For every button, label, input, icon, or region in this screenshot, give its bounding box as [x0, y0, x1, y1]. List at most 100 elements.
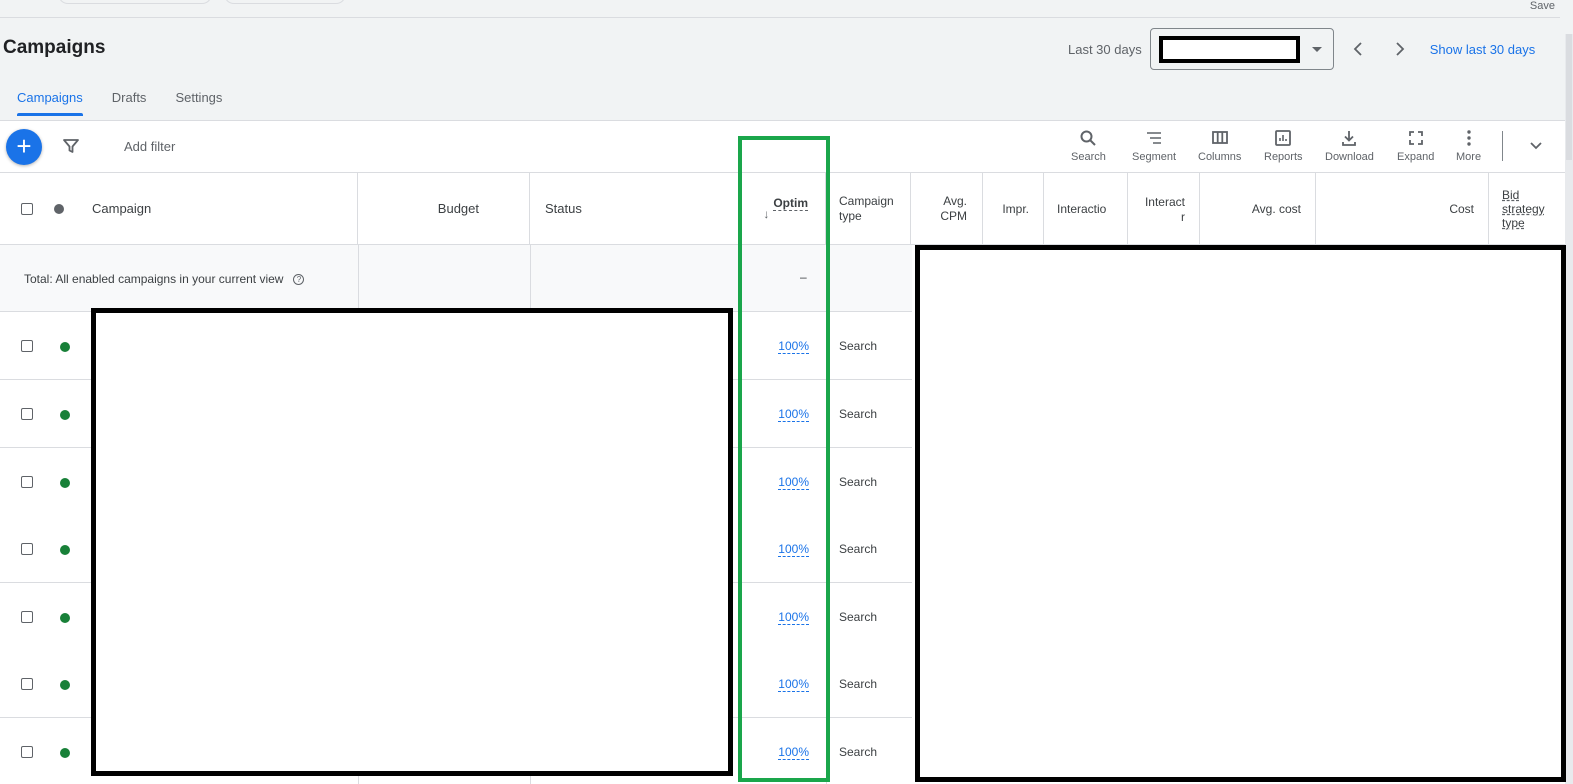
column-header-optimization-label: Optim: [773, 196, 808, 211]
next-period-button[interactable]: [1388, 37, 1412, 61]
scrollbar-thumb[interactable]: [1566, 34, 1572, 160]
enabled-status-dot-icon[interactable]: [60, 748, 70, 758]
column-header-budget[interactable]: Budget: [358, 173, 530, 245]
add-campaign-button[interactable]: +: [6, 129, 42, 165]
column-header-cost-label: Cost: [1449, 201, 1474, 216]
help-icon[interactable]: ?: [293, 274, 305, 285]
enabled-status-dot-icon[interactable]: [60, 545, 70, 555]
plus-icon: +: [16, 131, 32, 161]
redacted-campaign-names: [91, 308, 733, 776]
page-scrollbar[interactable]: [1565, 34, 1573, 784]
search-icon: [1080, 130, 1097, 146]
select-all-checkbox[interactable]: [21, 202, 33, 215]
previous-period-button[interactable]: [1346, 37, 1370, 61]
row-checkbox[interactable]: [21, 408, 33, 420]
toolbar-more-label: More: [1456, 151, 1482, 163]
download-icon: [1342, 131, 1357, 146]
filter-pill[interactable]: [224, 0, 346, 4]
column-divider: [530, 245, 531, 312]
toolbar-download-button[interactable]: Download: [1325, 129, 1374, 163]
chevron-down-icon[interactable]: [1528, 138, 1544, 154]
column-header-impressions[interactable]: Impr.: [983, 173, 1044, 245]
column-header-bid-strategy-label: Bid strategy type: [1502, 187, 1545, 230]
enabled-status-dot-icon[interactable]: [60, 680, 70, 690]
row-checkbox[interactable]: [21, 543, 33, 555]
column-header-optimization-score[interactable]: ↓ Optim: [742, 173, 826, 245]
column-header-interaction-rate-label: Interact r: [1144, 195, 1185, 224]
show-last-30-days-link[interactable]: Show last 30 days: [1430, 42, 1536, 57]
sort-arrow-down-icon: ↓: [763, 206, 770, 221]
column-header-interactions-label: Interactio: [1057, 201, 1107, 216]
campaign-type-cell: Search: [839, 407, 878, 421]
enabled-status-dot-icon[interactable]: [60, 613, 70, 623]
tab-campaigns[interactable]: Campaigns: [17, 90, 83, 116]
column-header-interactions[interactable]: Interactio: [1044, 173, 1128, 245]
total-label-text: Total: All enabled campaigns in your cur…: [24, 272, 284, 286]
row-checkbox[interactable]: [21, 476, 33, 488]
toolbar-search-button[interactable]: Search: [1071, 129, 1106, 163]
reports-icon: [1275, 130, 1292, 146]
column-header-campaign-type[interactable]: Campaign type: [826, 173, 911, 245]
column-header-status-label: Status: [545, 201, 582, 216]
chevron-right-icon: [1396, 42, 1404, 56]
optimization-score-link[interactable]: 100%: [778, 475, 809, 490]
row-checkbox[interactable]: [21, 340, 33, 352]
row-checkbox[interactable]: [21, 611, 33, 623]
enabled-status-dot-icon[interactable]: [60, 342, 70, 352]
status-dot-icon[interactable]: [54, 203, 64, 214]
optimization-score-link[interactable]: 100%: [778, 407, 809, 422]
column-header-avg-cpm[interactable]: Avg. CPM: [911, 173, 983, 245]
optimization-score-link[interactable]: 100%: [778, 677, 809, 692]
total-row: Total: All enabled campaigns in your cur…: [0, 245, 912, 312]
caret-down-icon: [1311, 46, 1322, 52]
more-vert-icon: [1466, 130, 1471, 146]
toolbar-expand-button[interactable]: Expand: [1397, 129, 1434, 163]
add-filter-button[interactable]: Add filter: [124, 139, 175, 154]
optimization-score-link[interactable]: 100%: [778, 610, 809, 625]
toolbar-more-button[interactable]: More: [1456, 129, 1481, 163]
optimization-score-link[interactable]: 100%: [778, 542, 809, 557]
optimization-score-link[interactable]: 100%: [778, 339, 809, 354]
date-range-controls: Last 30 days Show last 30 days: [1068, 28, 1535, 70]
enabled-status-dot-icon[interactable]: [60, 478, 70, 488]
column-divider: [826, 245, 827, 312]
campaign-type-cell: Search: [839, 610, 878, 624]
toolbar-expand-label: Expand: [1397, 151, 1435, 163]
save-button[interactable]: Save: [1530, 0, 1555, 12]
toolbar-reports-label: Reports: [1264, 151, 1303, 163]
toolbar-segment-label: Segment: [1132, 151, 1177, 163]
column-header-bid-strategy-type[interactable]: Bid strategy type: [1489, 173, 1565, 245]
enabled-status-dot-icon[interactable]: [60, 410, 70, 420]
filter-icon[interactable]: [63, 138, 79, 154]
divider: [0, 17, 1560, 18]
campaign-type-cell: Search: [839, 339, 878, 353]
column-header-budget-label: Budget: [437, 201, 479, 216]
row-checkbox[interactable]: [21, 746, 33, 758]
column-header-avg-cost[interactable]: Avg. cost: [1200, 173, 1316, 245]
column-header-status[interactable]: Status: [530, 173, 742, 245]
toolbar-divider: [1502, 131, 1503, 161]
row-checkbox[interactable]: [21, 678, 33, 690]
tab-drafts[interactable]: Drafts: [112, 90, 147, 116]
tab-settings[interactable]: Settings: [175, 90, 222, 116]
chevron-left-icon: [1353, 42, 1362, 56]
column-header-campaign-label: Campaign: [92, 201, 152, 216]
optimization-score-link[interactable]: 100%: [778, 745, 809, 760]
column-divider: [826, 312, 827, 784]
toolbar-segment-button[interactable]: Segment: [1132, 129, 1176, 163]
column-header-cost[interactable]: Cost: [1316, 173, 1489, 245]
column-header-campaign[interactable]: Campaign: [0, 173, 358, 245]
filter-pill[interactable]: [58, 0, 212, 4]
toolbar-reports-button[interactable]: Reports: [1264, 129, 1303, 163]
date-range-select[interactable]: [1149, 28, 1334, 70]
campaign-type-cell: Search: [839, 475, 878, 489]
campaign-type-cell: Search: [839, 677, 878, 691]
page-title: Campaigns: [3, 37, 106, 58]
page-tabs: Campaigns Drafts Settings: [17, 90, 222, 116]
toolbar-columns-label: Columns: [1198, 151, 1242, 163]
campaign-type-cell: Search: [839, 745, 878, 759]
table-toolbar: + Add filter Search Segment Columns Repo…: [0, 121, 1565, 173]
column-header-interaction-rate[interactable]: Interact r: [1128, 173, 1200, 245]
toolbar-columns-button[interactable]: Columns: [1198, 129, 1241, 163]
expand-icon: [1408, 131, 1423, 145]
